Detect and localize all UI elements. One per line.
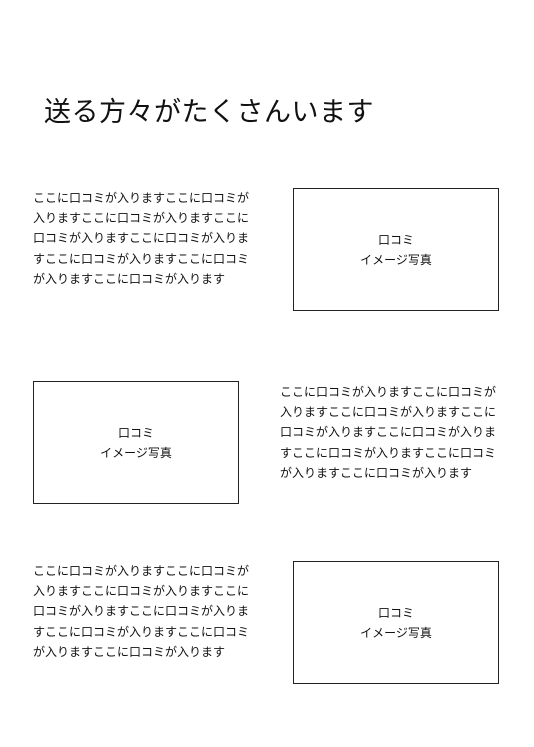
photo-label-line1: 口コミ [117, 425, 154, 440]
review-text: ここに口コミが入りますここに口コミが入りますここに口コミが入りますここに口コミが… [33, 564, 250, 659]
photo-label-line1: 口コミ [377, 605, 414, 620]
review-text: ここに口コミが入りますここに口コミが入りますここに口コミが入りますここに口コミが… [33, 191, 250, 286]
photo-label-line2: イメージ写真 [360, 625, 432, 640]
review-photo-placeholder: 口コミ イメージ写真 [33, 381, 239, 504]
review-photo-placeholder: 口コミ イメージ写真 [293, 188, 499, 311]
review-text: ここに口コミが入りますここに口コミが入りますここに口コミが入りますここに口コミが… [280, 385, 497, 480]
page-title: 送る方々がたくさんいます [44, 97, 374, 129]
review-photo-placeholder: 口コミ イメージ写真 [293, 561, 499, 684]
photo-label-line2: イメージ写真 [360, 252, 432, 267]
photo-label-line1: 口コミ [377, 232, 414, 247]
photo-label-line2: イメージ写真 [100, 445, 172, 460]
